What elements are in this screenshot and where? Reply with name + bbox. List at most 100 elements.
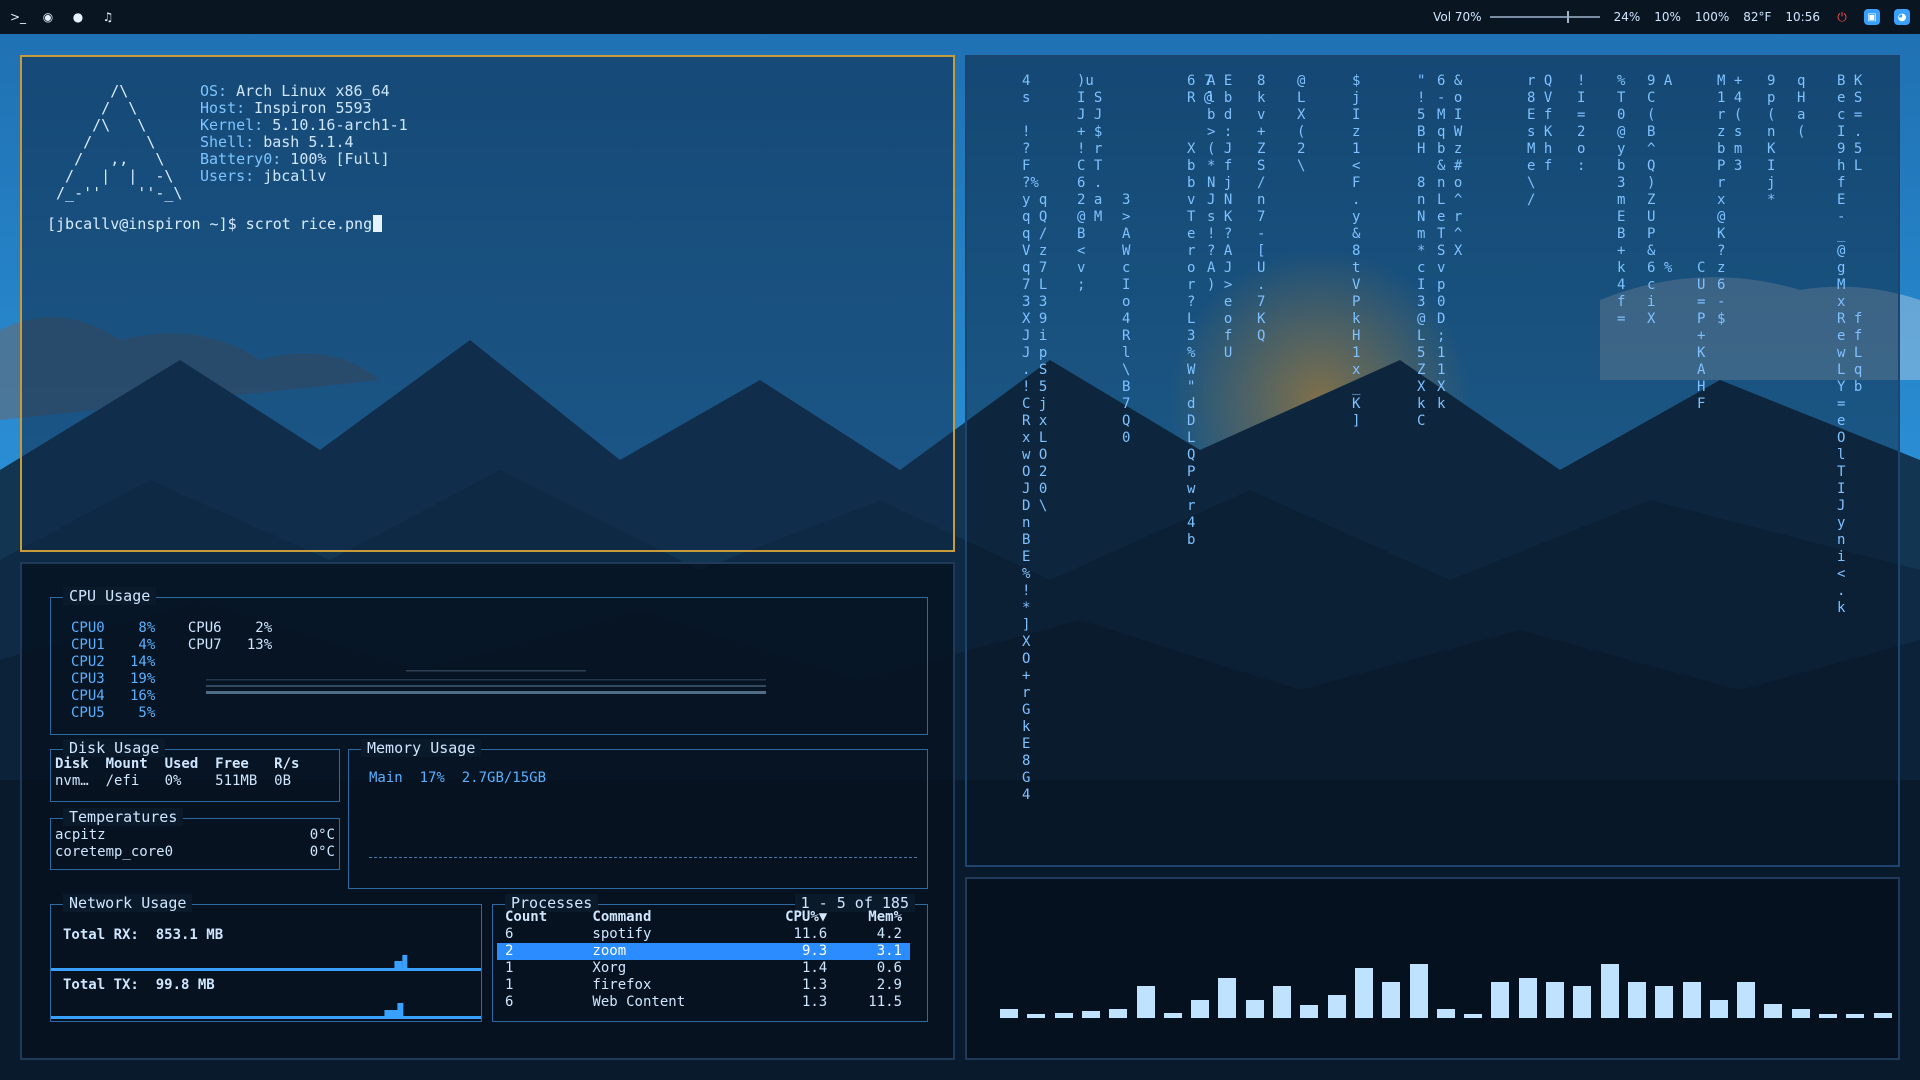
process-cell: 9.3 xyxy=(747,943,836,960)
system-monitor-window[interactable]: CPU Usage CPU0 8% CPU6 2% CPU1 4% CPU7 13… xyxy=(20,562,955,1060)
visualizer-bar xyxy=(1136,985,1155,1018)
visualizer-bar xyxy=(1191,1000,1210,1018)
top-bar: >_ ◉ ● ♫ Vol 70% 24% 10% 100% 82°F 10:56… xyxy=(0,0,1920,34)
terminal-icon[interactable]: >_ xyxy=(10,9,26,25)
visualizer-bar xyxy=(1327,994,1346,1018)
topbar-left: >_ ◉ ● ♫ xyxy=(10,9,116,25)
temperature-indicator: 82°F xyxy=(1743,10,1772,24)
tx-value: 99.8 MB xyxy=(155,977,215,993)
system-info: OS: Arch Linux x86_64 Host: Inspiron 5593… xyxy=(200,83,408,185)
visualizer-bar xyxy=(1873,1012,1892,1018)
temperature-list: acpitz 0°C coretemp_core0 0°C xyxy=(55,827,335,861)
visualizer-bar xyxy=(1409,964,1428,1018)
memory-percent: 17% xyxy=(419,770,445,786)
matrix-column: ! I = 2 o : xyxy=(1577,73,1586,174)
process-cell: 1.4 xyxy=(801,960,828,976)
matrix-rain-window[interactable]: 4 s ! ? F ?% y q q Q q / V z q 7 7 L 3 3… xyxy=(965,55,1900,867)
audio-visualizer-window[interactable] xyxy=(965,877,1900,1060)
cpu-core-usage: CPU7 13% xyxy=(171,637,273,653)
terminal-window[interactable]: /\ / \ /\ \ / \ / ,, \ / | | -\ /_-'' ''… xyxy=(20,55,955,552)
cpu-core-usage: CPU3 19% xyxy=(71,671,156,687)
visualizer-bar xyxy=(1354,967,1373,1018)
process-cell: Xorg xyxy=(592,960,627,976)
info-value: 100% [Full] xyxy=(281,150,390,168)
cpu-core-usage: CPU2 14% xyxy=(71,654,156,670)
text-cursor xyxy=(373,215,383,232)
cpu-core-usage: CPU1 4% xyxy=(71,637,156,653)
visualizer-bar xyxy=(1163,1012,1182,1018)
chat-icon[interactable]: ● xyxy=(70,9,86,25)
process-column-header[interactable]: Mem% xyxy=(835,909,910,926)
cpu-indicator: 24% xyxy=(1613,10,1641,24)
process-column-header[interactable]: Command xyxy=(584,909,747,926)
visualizer-bar xyxy=(1573,985,1592,1018)
network-tx: Total TX: 99.8 MB xyxy=(63,977,215,993)
visualizer-bar xyxy=(1546,982,1564,1018)
power-icon[interactable]: ⏻ xyxy=(1834,9,1850,25)
cpu-usage-title: CPU Usage xyxy=(63,587,157,605)
matrix-column: 8 k v + Z S / n 7 - [ U . 7 K Q xyxy=(1257,73,1266,344)
cpu-core-usage: CPU6 2% xyxy=(171,620,273,636)
process-column-header[interactable]: Count xyxy=(497,909,584,926)
process-row[interactable]: 6 Web Content 1.3 11.5 xyxy=(497,994,910,1011)
disk-headers: Disk Mount Used Free R/s xyxy=(55,756,300,772)
music-icon[interactable]: ♫ xyxy=(100,9,116,25)
matrix-column: q H a ( xyxy=(1797,73,1806,140)
memory-main: Main 17% 2.7GB/15GB xyxy=(369,770,546,786)
visualizer-bar xyxy=(1027,1014,1046,1018)
visualizer-bar xyxy=(1846,1014,1865,1018)
visualizer-bar xyxy=(1081,1010,1100,1018)
zoom-icon[interactable]: ▣ xyxy=(1864,9,1880,25)
info-key: Battery0: xyxy=(200,150,282,168)
disk-usage-panel: Disk Usage Disk Mount Used Free R/s nvm…… xyxy=(50,739,340,802)
shell-prompt[interactable]: [jbcallv@inspiron ~]$ scrot rice.png xyxy=(47,215,383,233)
matrix-column: 3 > A W c I o 4 R l \ B 7 Q 0 xyxy=(1122,192,1131,446)
network-usage-panel: Network Usage Total RX: 853.1 MB Total T… xyxy=(50,894,482,1022)
process-column-header[interactable]: CPU%▼ xyxy=(748,909,835,926)
info-key: Host: xyxy=(200,99,246,117)
matrix-column: $ j I z 1 < F . y & 8 t V P k H 1 x _ K … xyxy=(1352,73,1361,429)
visualizer-bar xyxy=(1300,1005,1319,1018)
discord-icon[interactable]: ◕ xyxy=(1894,9,1910,25)
process-row[interactable]: 1 Xorg 1.4 0.6 xyxy=(497,960,910,977)
info-value: Inspiron 5593 xyxy=(245,99,372,117)
cpu-row: CPU0 8% CPU6 2% xyxy=(71,620,272,637)
cpu-row: CPU1 4% CPU7 13% xyxy=(71,637,272,654)
visualizer-bar xyxy=(1382,982,1401,1018)
cpu-graph xyxy=(206,670,766,694)
visualizer-bar xyxy=(1709,1000,1728,1018)
process-cell: 1 xyxy=(505,960,514,976)
memory-amount: 2.7GB/15GB xyxy=(461,770,547,786)
process-cell: 11.6 xyxy=(793,926,828,942)
memory-graph xyxy=(369,857,917,858)
visualizer-bar xyxy=(1627,982,1646,1018)
volume-slider[interactable] xyxy=(1489,11,1600,23)
system-info-row: Host: Inspiron 5593 xyxy=(200,100,408,117)
sensor-temp: 0°C xyxy=(309,844,335,860)
matrix-column: A E l b b d > : ( J * f N j J N s K ! ? … xyxy=(1207,73,1233,361)
volume-knob[interactable] xyxy=(1566,11,1569,23)
process-cell: Web Content xyxy=(592,994,686,1010)
network-usage-title: Network Usage xyxy=(63,894,193,912)
memory-usage-title: Memory Usage xyxy=(361,739,482,757)
process-row[interactable]: 6 spotify 11.6 4.2 xyxy=(497,926,910,943)
visualizer-bar xyxy=(1600,964,1619,1018)
info-value: bash 5.1.4 xyxy=(254,133,354,151)
tx-label: Total TX: xyxy=(63,977,139,993)
rx-label: Total RX: xyxy=(63,927,139,943)
volume-control[interactable]: Vol 70% xyxy=(1433,10,1600,24)
globe-icon[interactable]: ◉ xyxy=(40,9,56,25)
process-cell: firefox xyxy=(592,977,652,993)
prompt-text: [jbcallv@inspiron ~]$ scrot rice.png xyxy=(47,215,373,233)
visualizer-bar xyxy=(1682,982,1701,1018)
matrix-column: @ L X ( 2 \ xyxy=(1297,73,1306,174)
process-row[interactable]: 2 zoom 9.3 3.1 xyxy=(497,943,910,960)
tx-graph xyxy=(51,1003,481,1019)
visualizer-bar xyxy=(1491,982,1510,1018)
process-table[interactable]: Count Command CPU%▼ Mem% 6 spotify 11.6 4.2 2 zo… xyxy=(497,909,910,1011)
battery-indicator: 100% xyxy=(1694,10,1730,24)
process-row[interactable]: 1 firefox 1.3 2.9 xyxy=(497,977,910,994)
process-cell: 3.1 xyxy=(835,943,910,960)
memory-usage-panel: Memory Usage Main 17% 2.7GB/15GB xyxy=(348,739,928,889)
visualizer-bar xyxy=(1791,1009,1810,1018)
